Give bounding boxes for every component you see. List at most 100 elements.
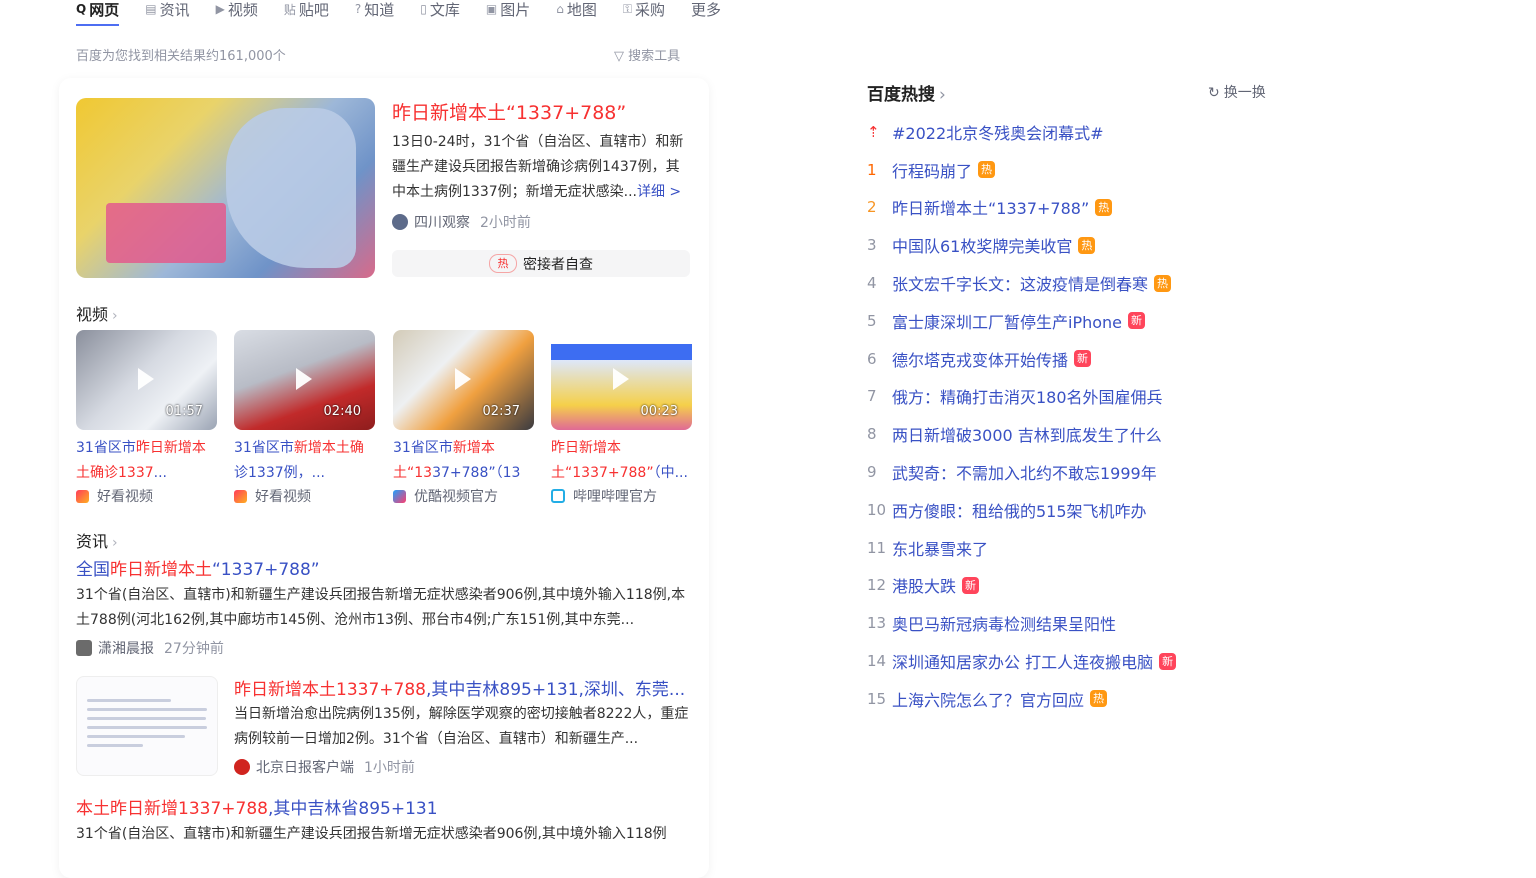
hot-item[interactable]: 1 行程码崩了热 [867,151,1287,189]
video-card[interactable]: 01:57 31省区市昨日新增本土确诊1337... 好看视频 [76,330,217,506]
hot-badge: 热 [978,161,996,179]
hot-item[interactable]: 12 港股大跌新 [867,567,1287,605]
bilibili-logo-icon [551,489,565,503]
hot-item[interactable]: 10 西方傻眼：租给俄的515架飞机咋办 [867,491,1287,529]
result-count: 百度为您找到相关结果约161,000个 [76,49,286,64]
news-heading[interactable]: 资讯 › [76,528,118,552]
tab-news[interactable]: ▤ 资讯 [145,0,189,19]
document-icon: ▯ [420,2,427,16]
hot-item[interactable]: 8 两日新增破3000 吉林到底发生了什么 [867,415,1287,453]
filter-icon: ▽ [614,49,629,64]
video-title[interactable]: 31省区市新增本土“1337+788”（13 [393,436,534,486]
hot-item[interactable]: 6 德尔塔克戎变体开始传播新 [867,340,1287,378]
new-badge: 新 [1159,652,1177,670]
new-badge: 新 [1128,312,1146,330]
refresh-button[interactable]: ↻ 换一换 [1208,82,1266,102]
haokan-logo-icon [76,489,89,503]
news-title[interactable]: 全国昨日新增本土“1337+788” [76,555,320,580]
news-abstract: 31个省(自治区、直辖市)和新疆生产建设兵团报告新增无症状感染者906例,其中境… [76,826,667,842]
video-icon: ▶ [215,2,225,16]
news-abstract: 31个省(自治区、直辖市)和新疆生产建设兵团报告新增无症状感染者906例,其中境… [76,587,686,628]
video-source: 好看视频 [76,486,217,506]
hot-item[interactable]: 13 奥巴马新冠病毒检测结果呈阳性 [867,604,1287,642]
chevron-right-icon: › [112,308,118,324]
news-source: 潇湘晨报 27分钟前 [76,638,224,658]
haokan-logo-icon [234,489,247,503]
beijing-daily-logo-icon [234,759,250,775]
play-icon [138,368,154,390]
hot-search-heading[interactable]: 百度热搜 › [867,80,946,105]
tieba-icon: 贴 [283,2,296,17]
play-icon [455,368,471,390]
news-abstract: 当日新增治愈出院病例135例，解除医学观察的密切接触者8222人，重症病例较前一… [234,706,689,747]
map-icon: ⌂ [556,2,564,16]
news-icon: ▤ [145,2,157,16]
new-badge: 新 [1074,350,1092,368]
news-thumbnail[interactable] [76,676,218,776]
hot-badge: 热 [1090,690,1108,708]
question-icon: ? [354,2,362,16]
hot-item[interactable]: 5 富士康深圳工厂暂停生产iPhone 新 [867,302,1287,340]
video-thumbnail[interactable]: 02:40 [234,330,375,430]
xiaoxiang-logo-icon [76,640,92,656]
video-thumbnail[interactable]: 00:23 [551,330,692,430]
hot-tag: 热 [489,254,517,273]
video-source: 优酷视频官方 [393,486,534,506]
top-result-title[interactable]: 昨日新增本土“1337+788” [392,98,626,125]
tab-map[interactable]: ⌂ 地图 [556,0,597,19]
tab-tieba[interactable]: 贴贴吧 [283,0,329,19]
top-result-source: 四川观察 2小时前 [392,212,531,232]
tab-images[interactable]: ▣ 图片 [485,0,530,19]
video-card[interactable]: 02:40 31省区市新增本土确诊1337例，... 好看视频 [234,330,375,506]
video-title[interactable]: 昨日新增本土“1337+788”（中... [551,436,692,486]
hot-item[interactable]: 2 昨日新增本土“1337+788” 热 [867,189,1287,227]
hot-badge: 热 [1078,236,1096,254]
hot-badge: 热 [1095,198,1113,216]
chevron-right-icon: › [939,85,946,105]
hot-badge: 热 [1154,274,1172,292]
hot-item[interactable]: 14 深圳通知居家办公 打工人连夜搬电脑新 [867,642,1287,680]
video-thumbnail[interactable]: 02:37 [393,330,534,430]
top-result-image[interactable] [76,98,375,278]
search-icon: Q [76,2,87,16]
tab-wenku[interactable]: ▯ 文库 [420,0,460,19]
top-result-abstract: 13日0-24时，31个省（自治区、直辖市）和新疆生产建设兵团报告新增确诊病例1… [392,134,684,200]
tab-purchase[interactable]: ⚿ 采购 [622,0,665,19]
video-thumbnail[interactable]: 01:57 [76,330,217,430]
play-icon [613,368,629,390]
hot-item[interactable]: 4 张文宏千字长文：这波疫情是倒春寒热 [867,264,1287,302]
videos-heading[interactable]: 视频 › [76,301,118,325]
hot-item[interactable]: ⇡ #2022北京冬残奥会闭幕式# [867,113,1287,151]
video-card[interactable]: 00:23 昨日新增本土“1337+788”（中... 哔哩哔哩官方 [551,330,692,506]
detail-link[interactable]: 详细 > [637,184,681,200]
news-title[interactable]: 昨日新增本土1337+788,其中吉林895+131,深圳、东莞... [234,675,685,700]
tab-video[interactable]: ▶ 视频 [215,0,258,19]
search-tabs: Q 网页 ▤ 资讯 ▶ 视频 贴贴吧 ? 知道 ▯ 文库 ▣ 图片 ⌂ 地图 ⚿ 采购 更多 [76,0,747,30]
tab-web[interactable]: Q 网页 [76,0,120,26]
hot-item[interactable]: 3 中国队61枚奖牌完美收官热 [867,226,1287,264]
pin-top-icon: ⇡ [867,122,880,141]
news-source: 北京日报客户端 1小时前 [234,757,415,777]
close-contact-check-button[interactable]: 热 密接者自查 [392,250,690,277]
sichuan-logo-icon [392,214,408,230]
chevron-right-icon: › [112,535,118,551]
news-title[interactable]: 本土昨日新增1337+788,其中吉林省895+131 [76,794,438,819]
result-card: 昨日新增本土“1337+788” 13日0-24时，31个省（自治区、直辖市）和… [59,78,709,878]
video-source: 好看视频 [234,486,375,506]
video-card[interactable]: 02:37 31省区市新增本土“1337+788”（13 优酷视频官方 [393,330,534,506]
hot-item[interactable]: 11 东北暴雪来了 [867,529,1287,567]
image-icon: ▣ [485,2,498,16]
youku-logo-icon [393,489,406,503]
tab-zhidao[interactable]: ? 知道 [354,0,394,19]
refresh-icon: ↻ [1208,85,1220,101]
hot-item[interactable]: 9 武契奇：不需加入北约不敢忘1999年 [867,453,1287,491]
video-title[interactable]: 31省区市昨日新增本土确诊1337... [76,436,217,486]
hot-search-list: ⇡ #2022北京冬残奥会闭幕式# 1 行程码崩了热 2 昨日新增本土“1337+78… [867,113,1287,718]
tab-more[interactable]: 更多 [691,0,721,19]
cart-icon: ⚿ [622,1,633,16]
hot-item[interactable]: 7 俄方：精确打击消灭180名外国雇佣兵 [867,378,1287,416]
video-source: 哔哩哔哩官方 [551,486,692,506]
video-title[interactable]: 31省区市新增本土确诊1337例，... [234,436,375,486]
hot-item[interactable]: 15 上海六院怎么了？官方回应热 [867,680,1287,718]
search-tool-button[interactable]: ▽ 搜索工具 [614,45,680,64]
